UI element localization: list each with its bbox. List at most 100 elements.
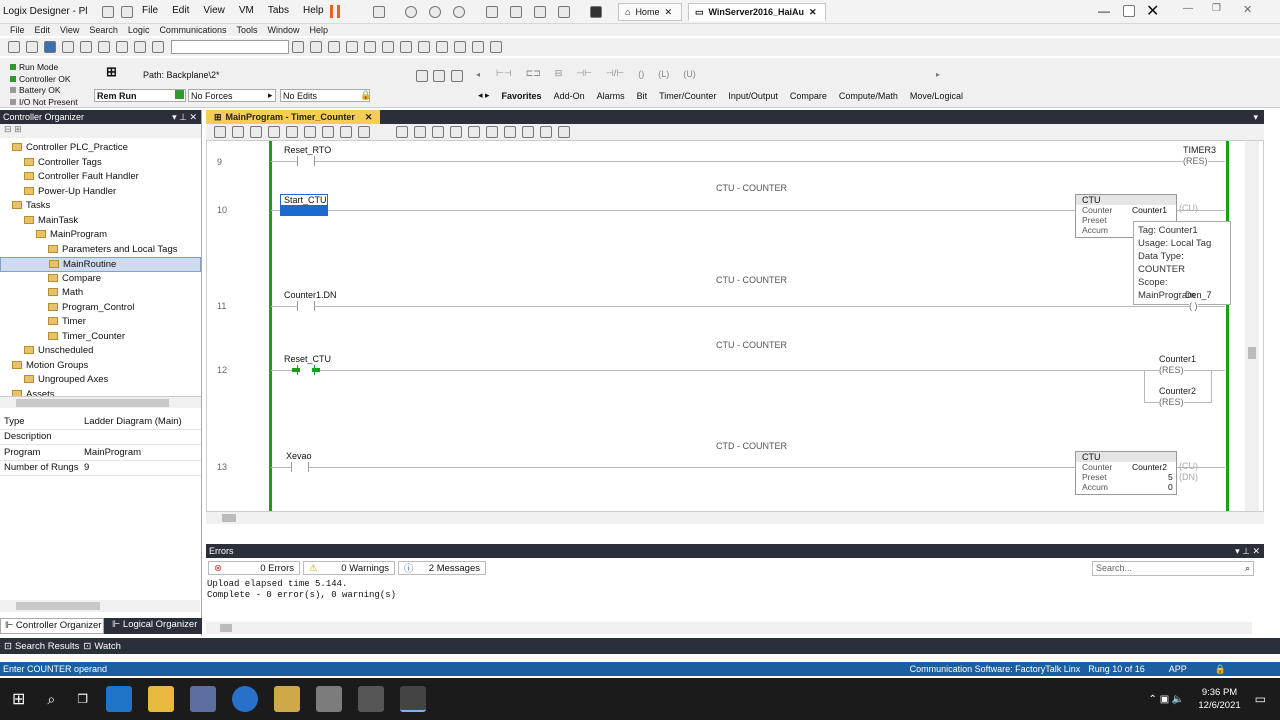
tree-item[interactable]: Motion Groups [0,359,201,374]
server-manager-icon[interactable] [190,686,217,712]
branch-level-icon[interactable]: ⊟ [555,68,563,79]
scroll-thumb[interactable] [16,399,169,407]
branch-icon[interactable]: ⊏⊐ [526,68,541,79]
r10-contact-selected[interactable]: Start_CTU [280,194,328,216]
properties-icon[interactable] [454,41,466,53]
window-icon[interactable] [490,41,502,53]
forces-arrow-icon[interactable]: ▸ [268,90,273,101]
accept-icon[interactable] [322,126,334,138]
bookmark-clear-icon[interactable] [486,126,498,138]
ote-tool-icon[interactable] [286,126,298,138]
tree-item[interactable]: Parameters and Local Tags [0,243,201,258]
thumbnail-icon[interactable] [510,6,522,18]
rung-area[interactable]: 9 Reset_RTO TIMER3 (RES) 10 CTU - COUNTE… [206,140,1264,512]
host-restore-icon[interactable]: ❐ [1212,3,1221,14]
menu-edit[interactable]: Edit [35,25,51,35]
unity-icon[interactable] [558,6,570,18]
otl-icon[interactable]: (L) [658,69,669,79]
sidebar-toggle-icon[interactable] [486,6,498,18]
r12-coil1-tag[interactable]: Counter1 [1159,354,1196,364]
search-icon[interactable]: ⌕ [47,691,55,708]
edits-dropdown[interactable]: No Edits [280,89,370,102]
r12-coil1[interactable]: (RES) [1159,365,1184,375]
r13-ctu-block[interactable]: CTU Counter Counter2 Preset 5 Accum 0 [1075,451,1177,495]
pin-icon[interactable] [102,6,114,18]
xio-icon[interactable]: ⊣/⊢ [606,68,624,79]
close-icon[interactable]: ✕ [1252,546,1260,556]
tree-item[interactable]: Timer_Counter [0,330,201,345]
tree-item[interactable]: Power-Up Handler [0,185,201,200]
close-window-icon[interactable]: ✕ [1146,1,1159,21]
xic-icon[interactable]: ⊣⊢ [576,68,592,79]
fullscreen-icon[interactable] [534,6,546,18]
print-icon[interactable] [62,41,74,53]
props-hscroll[interactable] [0,600,200,612]
path-network-icon[interactable] [433,70,445,82]
tree-item[interactable]: Unscheduled [0,344,201,359]
pin-icon[interactable]: ⊥ [179,112,189,122]
menu-help[interactable]: Help [310,25,329,35]
tab-controller-organizer[interactable]: ⊩ Controller Organizer [0,618,104,634]
tree-item[interactable]: Controller Fault Handler [0,170,201,185]
otu-icon[interactable]: (U) [683,69,696,79]
upload-icon[interactable] [400,41,412,53]
tree-item[interactable]: MainProgram [0,228,201,243]
tree-item[interactable]: Tasks [0,199,201,214]
messages-filter[interactable]: ⓘ 2 Messages [398,561,486,575]
tree-item[interactable]: Math [0,286,201,301]
r13-contact[interactable] [291,462,309,472]
layout-icon[interactable] [472,41,484,53]
tree-item[interactable]: Assets [0,388,201,396]
tree-item[interactable]: Compare [0,272,201,287]
tab-timer-counter[interactable]: Timer/Counter [659,91,716,101]
edits-lock-icon[interactable]: 🔒 [360,90,371,101]
menu-window[interactable]: Window [267,25,299,35]
r13-contact-tag[interactable]: Xevao [286,451,312,461]
instr-scroll-icon[interactable]: ◂ ▸ [478,90,490,101]
r11-contact-tag[interactable]: Counter1.DN [284,290,337,300]
utility-icon[interactable] [316,686,343,712]
scroll-thumb[interactable] [1248,347,1256,359]
send-keys-icon[interactable] [373,6,385,18]
tab-search-results[interactable]: Search Results [15,641,79,652]
test-icon[interactable] [340,126,352,138]
close-icon[interactable]: ✕ [189,112,197,122]
r11-contact[interactable] [297,301,315,311]
expand-icon[interactable]: ⊞ [14,124,22,134]
ote-icon[interactable]: () [638,69,644,79]
tab-favorites[interactable]: Favorites [502,91,542,101]
online-icon[interactable] [382,41,394,53]
instr-scroll-right-icon[interactable]: ▸ [936,70,940,79]
tab-add-on[interactable]: Add-On [554,91,585,101]
find-icon[interactable] [292,41,304,53]
console-icon[interactable] [590,6,602,18]
tree-item[interactable]: MainTask [0,214,201,229]
menu-file[interactable]: File [10,25,25,35]
vm-menu-help[interactable]: Help [303,5,324,16]
download-icon[interactable] [418,41,430,53]
network-tool-icon[interactable] [358,686,385,712]
scroll-thumb[interactable] [220,624,232,632]
tree-item[interactable]: Timer [0,315,201,330]
cut-icon[interactable] [80,41,92,53]
tree-item[interactable]: Ungrouped Axes [0,373,201,388]
path-lock-icon[interactable] [451,70,463,82]
r11-coil-tag[interactable]: Den_7 [1185,290,1212,300]
instr-scroll-left-icon[interactable]: ◂ [476,70,480,79]
logix-designer-icon[interactable] [400,686,427,712]
zoom-in-icon[interactable] [396,126,408,138]
description-display-icon[interactable] [522,126,534,138]
organizer-hscroll[interactable] [0,396,201,408]
scroll-thumb[interactable] [222,514,236,522]
network-icon[interactable] [436,41,448,53]
explorer-icon[interactable] [148,686,175,712]
tab-watch[interactable]: Watch [94,641,121,652]
app-icon[interactable] [232,686,259,712]
ie-icon[interactable] [106,686,133,712]
mode-dropdown[interactable]: Rem Run [94,89,186,102]
tab-bit[interactable]: Bit [637,91,648,101]
comment-display-icon[interactable] [540,126,552,138]
r12-contact-tag[interactable]: Reset_CTU [284,354,331,364]
clock[interactable]: 9:36 PM 12/6/2021 [1198,686,1240,712]
vm-menu-file[interactable]: File [142,5,158,16]
